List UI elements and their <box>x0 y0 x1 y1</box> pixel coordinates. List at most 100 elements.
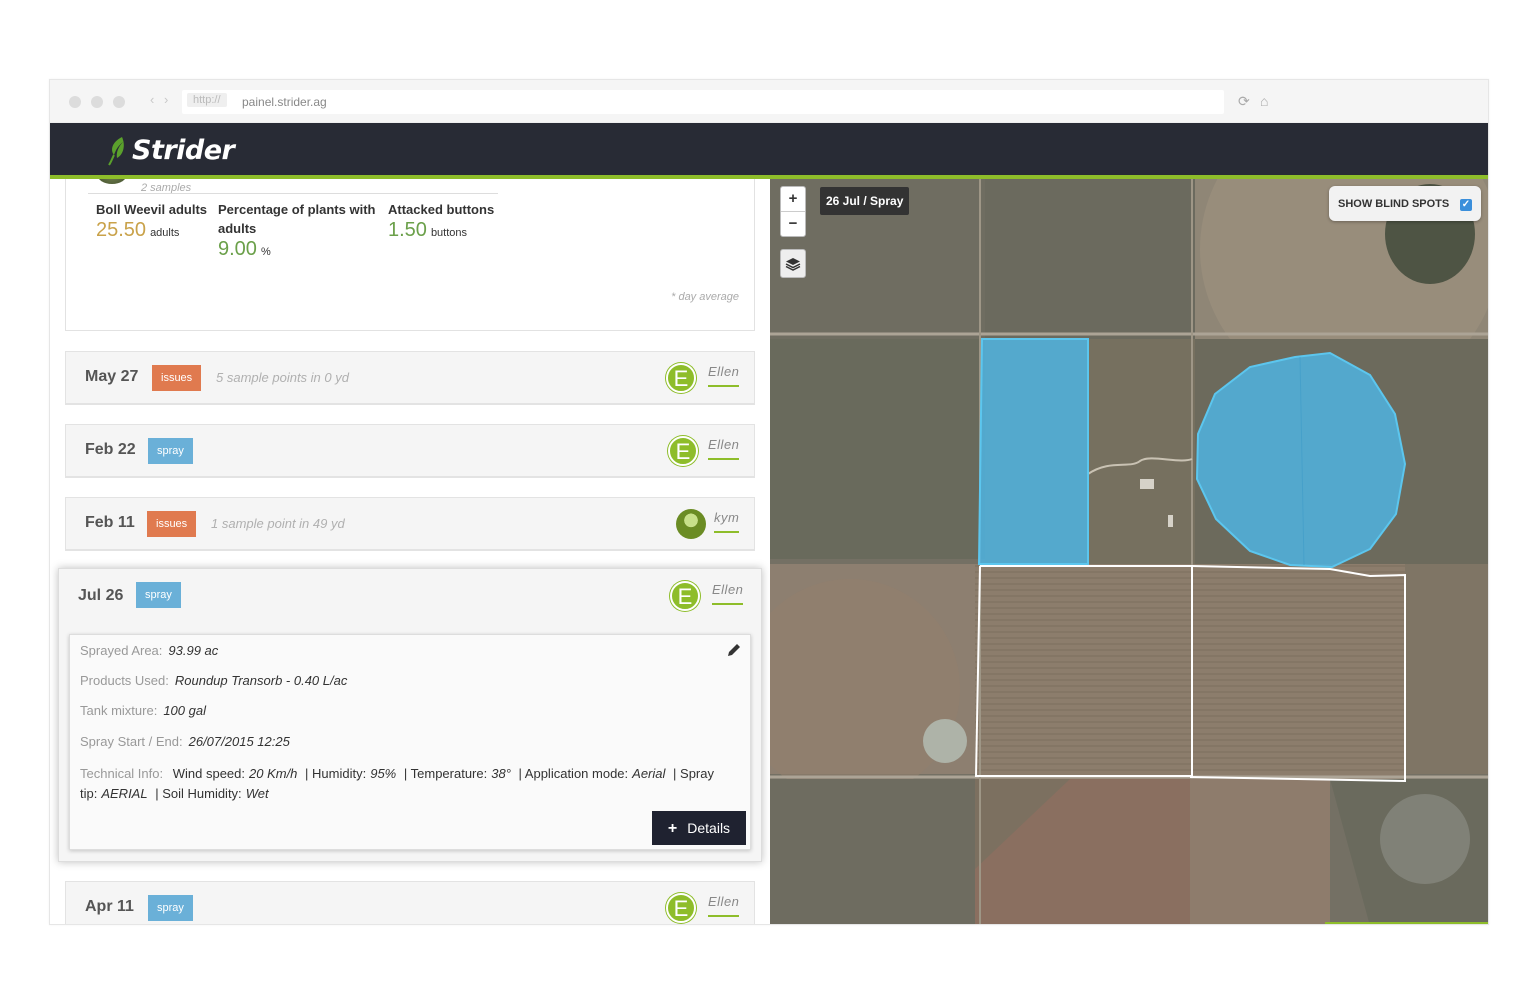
row-date: Jul 26 <box>78 587 124 604</box>
monitoring-summary-card: 2 samples Boll Weevil adults 25.50 adults… <box>65 179 755 331</box>
main-content: 2 samples Boll Weevil adults 25.50 adults… <box>50 179 1489 925</box>
user-avatar: E <box>666 893 696 923</box>
sprayed-area-field: Sprayed Area: 93.99 ac <box>80 643 218 658</box>
row-date: Feb 11 <box>85 514 135 531</box>
metric-boll-weevil: Boll Weevil adults 25.50 adults <box>96 200 214 242</box>
spray-badge: spray <box>148 895 193 921</box>
address-bar[interactable]: http:// painel.strider.ag <box>182 90 1224 114</box>
strider-leaf-icon <box>108 137 124 166</box>
issues-badge: issues <box>147 511 197 537</box>
row-date: Feb 22 <box>85 441 136 458</box>
issues-badge: issues <box>152 365 202 391</box>
plus-icon: + <box>667 820 678 837</box>
zoom-control: + − <box>780 186 806 237</box>
start-end-value: 26/07/2015 12:25 <box>188 734 290 749</box>
user-name[interactable]: kym <box>714 510 740 533</box>
timeline-row-feb-11[interactable]: Feb 11 issues 1 sample point in 49 yd ky… <box>65 497 755 551</box>
row-hint: 5 sample points in 0 yd <box>216 370 349 385</box>
user-name[interactable]: Ellen <box>708 894 740 917</box>
blind-spots-toggle[interactable]: SHOW BLIND SPOTS ✓ <box>1329 186 1481 221</box>
home-icon[interactable]: ⌂ <box>1260 93 1268 109</box>
timeline-row-feb-22[interactable]: Feb 22 spray E Ellen <box>65 424 755 478</box>
user-avatar: E <box>666 363 696 393</box>
application-mode-value: Aerial <box>632 766 666 781</box>
wind-value: 20 Km/h <box>249 766 298 781</box>
row-date: May 27 <box>85 368 139 385</box>
metric-label: Percentage of plants with adults <box>218 202 376 236</box>
map-date-label: 26 Jul / Spray <box>820 187 910 215</box>
divider <box>88 193 498 194</box>
technical-info-field: Technical Info: Wind speed: 20 Km/h | Hum… <box>80 764 740 804</box>
details-button-label: Details <box>687 820 731 836</box>
products-value: Roundup Transorb - 0.40 L/ac <box>174 673 348 688</box>
humidity-label: | Humidity: <box>305 766 367 781</box>
day-average-note: * day average <box>671 291 739 303</box>
timeline-panel[interactable]: 2 samples Boll Weevil adults 25.50 adults… <box>50 179 770 924</box>
temperature-value: 38° <box>491 766 511 781</box>
application-mode-label: | Application mode: <box>518 766 629 781</box>
temperature-label: | Temperature: <box>403 766 488 781</box>
zoom-in-button[interactable]: + <box>781 187 805 212</box>
products-used-field: Products Used: Roundup Transorb - 0.40 L/… <box>80 673 347 688</box>
user-photo-avatar <box>676 509 706 539</box>
edit-pencil-icon[interactable] <box>726 642 742 658</box>
metric-value: 25.50 <box>96 219 147 241</box>
map-imagery[interactable] <box>770 179 1489 925</box>
metric-value: 1.50 <box>388 219 427 241</box>
user-name[interactable]: Ellen <box>708 364 740 387</box>
metric-unit: buttons <box>430 227 468 239</box>
spray-badge: spray <box>136 582 181 608</box>
spray-badge: spray <box>148 438 193 464</box>
humidity-value: 95% <box>370 766 397 781</box>
browser-window: ‹ › http:// painel.strider.ag ⟳ ⌂ Stride… <box>49 79 1489 925</box>
reload-icon[interactable]: ⟳ <box>1238 93 1250 110</box>
layers-icon <box>785 258 801 271</box>
app-header: Strider <box>50 123 1488 179</box>
metric-attacked-buttons: Attacked buttons 1.50 buttons <box>388 200 508 242</box>
satellite-map[interactable]: + − 26 Jul / Spray SHOW BLIND SPOTS ✓ <box>770 179 1489 925</box>
user-name[interactable]: Ellen <box>708 437 740 460</box>
browser-toolbar: ‹ › http:// painel.strider.ag ⟳ ⌂ <box>50 80 1488 123</box>
timeline-row-apr-11[interactable]: Apr 11 spray E Ellen <box>65 881 755 924</box>
timeline-row-jul-26-expanded[interactable]: Jul 26 spray E Ellen Sprayed Area: 93.99 … <box>58 568 762 862</box>
window-maximize-dot[interactable] <box>113 96 125 108</box>
user-name[interactable]: Ellen <box>712 582 744 605</box>
brand-logo[interactable]: Strider <box>132 135 235 166</box>
metric-unit: adults <box>150 227 180 239</box>
metric-value: 9.00 <box>218 238 257 260</box>
metric-label: Attacked buttons <box>388 202 495 217</box>
soil-humidity-label: | Soil Humidity: <box>155 786 242 801</box>
back-icon[interactable]: ‹ <box>150 92 154 107</box>
field-label: Products Used: <box>80 673 169 688</box>
zoom-out-button[interactable]: − <box>781 212 805 237</box>
blind-spots-label: SHOW BLIND SPOTS <box>1338 198 1450 210</box>
spray-detail-card: Sprayed Area: 93.99 ac Products Used: Roun… <box>69 634 751 850</box>
url-protocol: http:// <box>187 93 227 107</box>
metric-label: Boll Weevil adults <box>96 202 208 217</box>
row-date: Apr 11 <box>85 898 134 915</box>
url-text: painel.strider.ag <box>242 95 327 109</box>
metric-unit: % <box>260 246 271 258</box>
field-label: Tank mixture: <box>80 703 158 718</box>
sprayed-area-value: 93.99 ac <box>168 643 219 658</box>
tank-mixture-field: Tank mixture: 100 gal <box>80 703 206 718</box>
timeline-row-may-27[interactable]: May 27 issues 5 sample points in 0 yd E … <box>65 351 755 405</box>
user-avatar: E <box>668 436 698 466</box>
field-label: Technical Info: <box>80 766 164 781</box>
metric-plants-percentage: Percentage of plants with adults 9.00% <box>218 200 383 261</box>
window-close-dot[interactable] <box>69 96 81 108</box>
tank-value: 100 gal <box>163 703 206 718</box>
avatar <box>97 179 127 184</box>
details-button[interactable]: + Details <box>652 811 746 845</box>
checkbox-checked-icon[interactable]: ✓ <box>1460 199 1472 211</box>
forward-icon[interactable]: › <box>164 92 168 107</box>
spray-start-end-field: Spray Start / End: 26/07/2015 12:25 <box>80 734 290 749</box>
field-label: Spray Start / End: <box>80 734 183 749</box>
layers-button[interactable] <box>780 249 806 278</box>
map-progress-bar <box>1325 922 1488 924</box>
window-minimize-dot[interactable] <box>91 96 103 108</box>
field-label: Sprayed Area: <box>80 643 163 658</box>
soil-humidity-value: Wet <box>245 786 269 801</box>
spray-tip-value: AERIAL <box>101 786 148 801</box>
row-hint: 1 sample point in 49 yd <box>211 516 345 531</box>
